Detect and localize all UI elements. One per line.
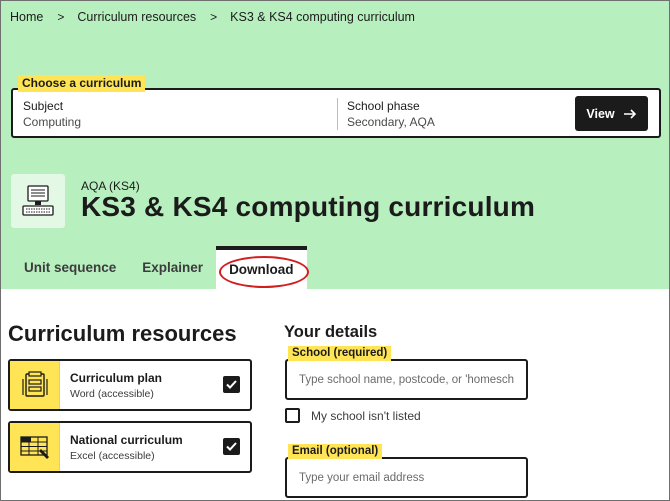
resource-type: Word (accessible) (70, 388, 154, 400)
view-button[interactable]: View (575, 96, 648, 131)
subject-selector[interactable]: Subject Computing (23, 98, 81, 130)
email-field-label: Email (optional) (288, 444, 383, 459)
school-phase-selector[interactable]: School phase Secondary, AQA (347, 98, 435, 130)
breadcrumb: Home > Curriculum resources > KS3 & KS4 … (10, 10, 415, 24)
checkmark-icon (226, 442, 237, 451)
checkmark-icon (226, 380, 237, 389)
resource-checkbox[interactable] (223, 438, 240, 455)
view-button-label: View (586, 106, 615, 121)
curriculum-chooser: Subject Computing School phase Secondary… (11, 88, 661, 138)
resource-type: Excel (accessible) (70, 450, 155, 462)
school-input[interactable] (285, 359, 528, 400)
school-field-label: School (required) (288, 346, 392, 361)
breadcrumb-curriculum-resources[interactable]: Curriculum resources (77, 10, 196, 24)
tab-download-label: Download (229, 262, 294, 277)
computer-icon (11, 174, 65, 228)
arrow-right-icon (623, 106, 637, 122)
school-not-listed-option[interactable]: My school isn't listed (285, 408, 421, 423)
tab-explainer[interactable]: Explainer (129, 246, 216, 289)
email-input[interactable] (285, 457, 528, 498)
details-heading: Your details (284, 323, 378, 341)
resource-national-curriculum[interactable]: National curriculum Excel (accessible) (8, 421, 252, 473)
chooser-label: Choose a curriculum (18, 75, 146, 92)
spreadsheet-icon (10, 423, 60, 471)
breadcrumb-home[interactable]: Home (10, 10, 43, 24)
resource-curriculum-plan[interactable]: Curriculum plan Word (accessible) (8, 359, 252, 411)
hero-banner: Home > Curriculum resources > KS3 & KS4 … (1, 1, 669, 289)
chooser-divider (337, 98, 338, 130)
subject-label: Subject (23, 99, 64, 113)
page-title: KS3 & KS4 computing curriculum (81, 191, 536, 222)
breadcrumb-separator: > (57, 10, 65, 24)
breadcrumb-current-page[interactable]: KS3 & KS4 computing curriculum (230, 10, 415, 24)
subject-value: Computing (23, 115, 82, 129)
tab-download[interactable]: Download (216, 246, 310, 289)
resources-heading: Curriculum resources (8, 321, 237, 346)
breadcrumb-separator: > (210, 10, 218, 24)
page: Home > Curriculum resources > KS3 & KS4 … (0, 0, 670, 501)
tab-bar: Unit sequence Explainer Download (1, 246, 310, 289)
resource-checkbox[interactable] (223, 376, 240, 393)
resource-name: Curriculum plan (70, 371, 163, 385)
resource-name: National curriculum (70, 433, 183, 447)
school-not-listed-label: My school isn't listed (311, 408, 421, 423)
school-not-listed-checkbox[interactable] (285, 408, 300, 423)
document-stack-icon (10, 361, 60, 409)
school-phase-value: Secondary, AQA (347, 115, 435, 129)
tab-unit-sequence[interactable]: Unit sequence (1, 246, 129, 289)
school-phase-label: School phase (347, 99, 420, 113)
